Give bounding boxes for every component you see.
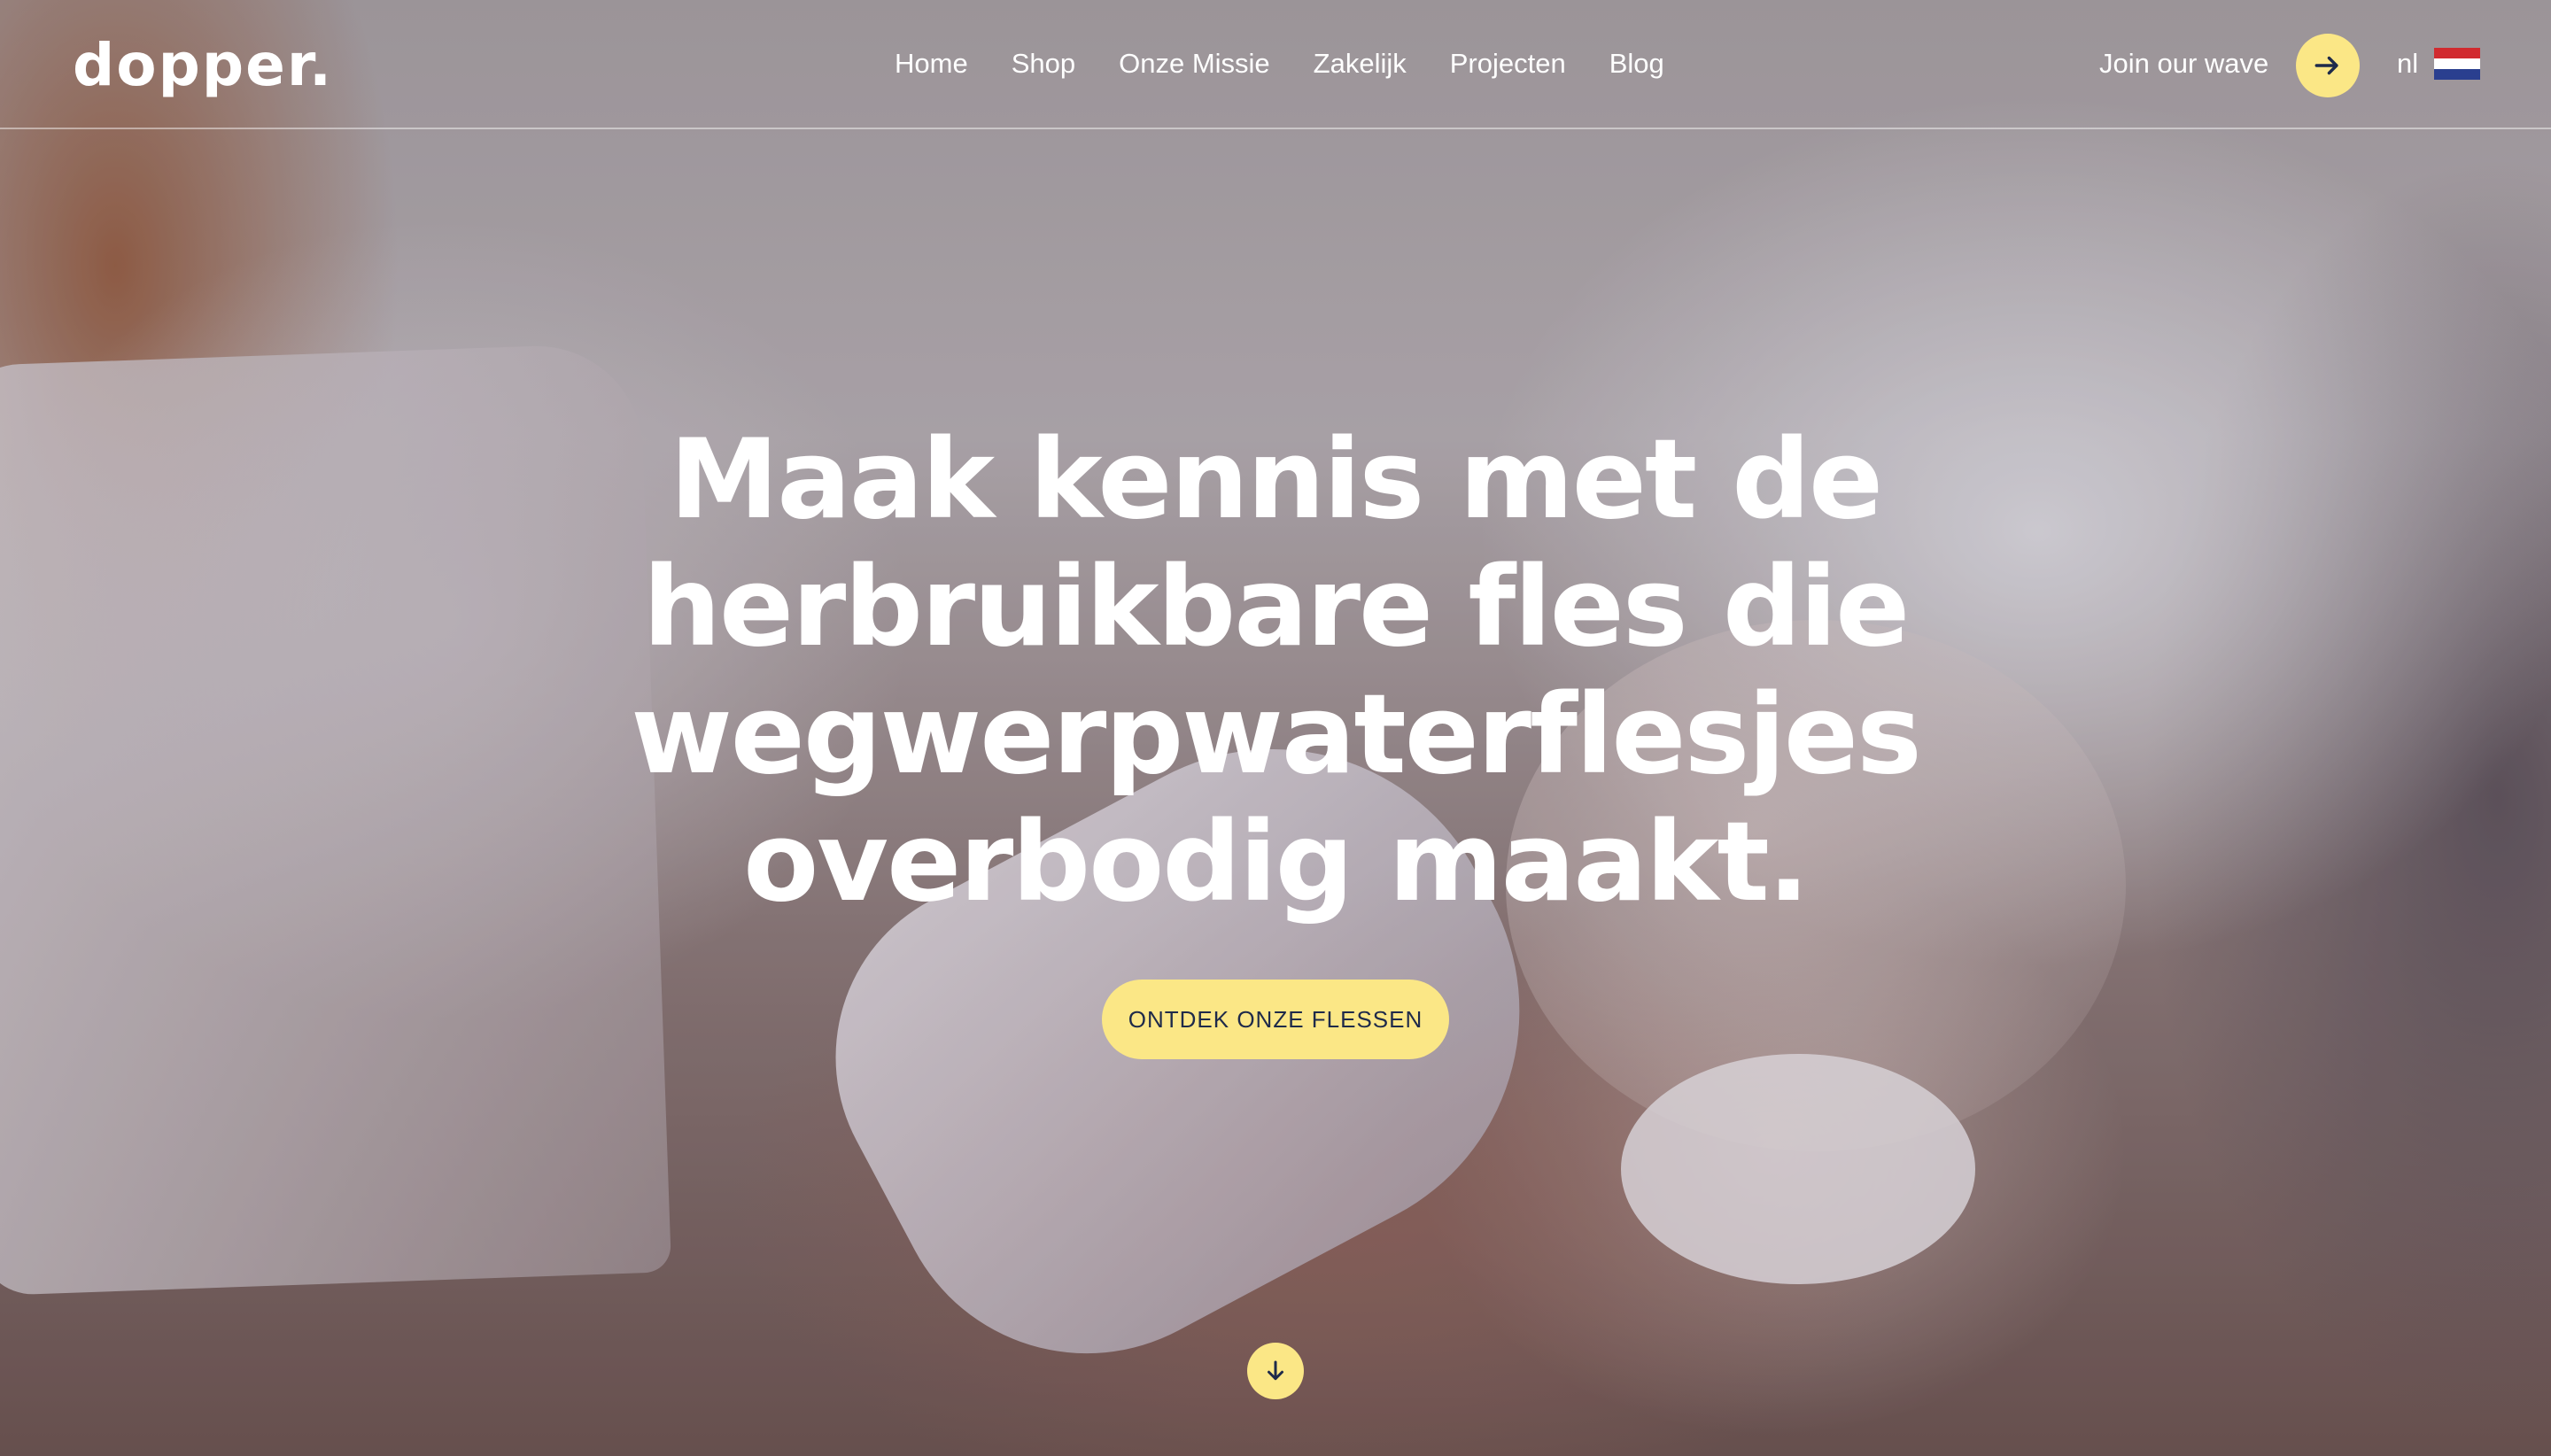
hero-headline-line-4: overbodig maakt.: [743, 799, 1810, 926]
arrow-down-icon: [1268, 1360, 1283, 1381]
nav-item-zakelijk[interactable]: Zakelijk: [1314, 43, 1407, 85]
language-selector[interactable]: nl: [2397, 43, 2418, 85]
netherlands-flag-icon[interactable]: [2434, 48, 2480, 80]
nav-item-projecten[interactable]: Projecten: [1450, 43, 1566, 85]
site-header: dopper. Home Shop Onze Missie Zakelijk P…: [0, 0, 2551, 129]
hero-headline-line-2: herbruikbare fles die: [642, 544, 1910, 671]
join-our-wave-link[interactable]: Join our wave: [2099, 43, 2268, 85]
hero-headline-line-3: wegwerpwaterflesjes: [631, 671, 1922, 799]
arrow-right-icon: [2315, 56, 2338, 75]
nav-item-blog[interactable]: Blog: [1609, 43, 1664, 85]
hero-headline-line-1: Maak kennis met de: [669, 416, 1883, 544]
scroll-down-button[interactable]: [1247, 1343, 1304, 1399]
dopper-logo[interactable]: dopper.: [73, 30, 333, 101]
discover-bottles-button[interactable]: ONTDEK ONZE FLESSEN: [1102, 980, 1449, 1059]
nav-item-shop[interactable]: Shop: [1012, 43, 1075, 85]
join-our-wave-button[interactable]: [2296, 34, 2360, 97]
nav-item-home[interactable]: Home: [895, 43, 968, 85]
hero-headline: Maak kennis met de herbruikbare fles die…: [478, 416, 2073, 926]
main-nav: Home Shop Onze Missie Zakelijk Projecten…: [895, 43, 1708, 85]
nav-item-onze-missie[interactable]: Onze Missie: [1119, 43, 1270, 85]
